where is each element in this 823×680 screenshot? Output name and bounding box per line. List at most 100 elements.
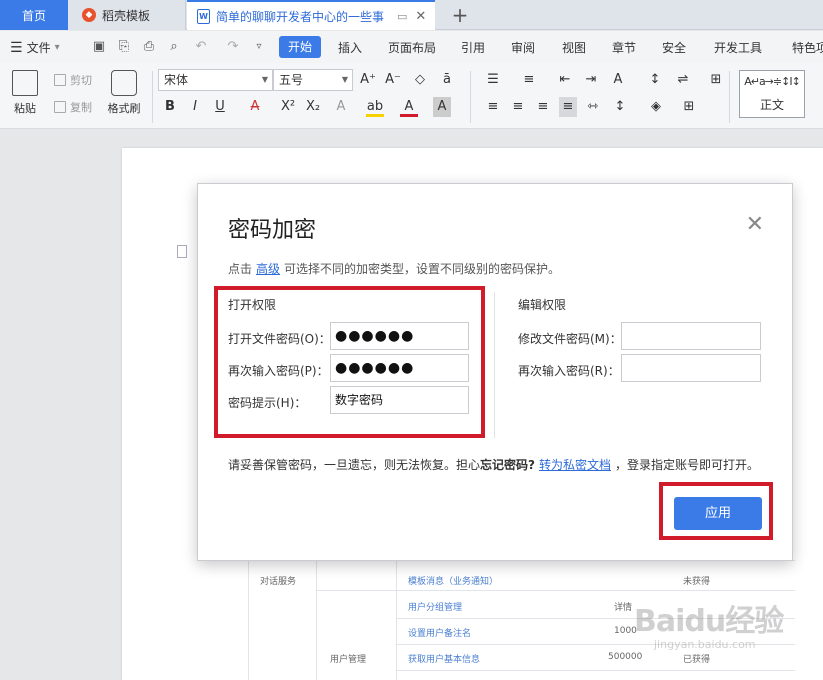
- edit-reenter-label: 再次输入密码(R)：: [518, 364, 620, 378]
- text-effect-icon[interactable]: A: [332, 97, 350, 117]
- chevron-down-icon: ▼: [261, 75, 268, 84]
- customize-dropdown-icon[interactable]: ▿: [250, 38, 268, 56]
- edit-password-field[interactable]: [621, 322, 761, 350]
- menu-view[interactable]: 视图: [562, 39, 586, 56]
- table-line: [396, 560, 397, 680]
- word-doc-icon: W: [197, 8, 210, 24]
- sort-icon[interactable]: ↕: [646, 70, 664, 90]
- dialog-description: 点击 高级 可选择不同的加密类型，设置不同级别的密码保护。: [228, 260, 560, 277]
- char-shading-icon[interactable]: A: [433, 97, 451, 117]
- menu-reference[interactable]: 引用: [461, 39, 485, 56]
- style-normal[interactable]: A↵a→≑↕I↕ 正文: [739, 70, 805, 118]
- warn-prefix: 请妥善保管密码，一旦遗忘，则无法恢复。担心: [228, 458, 481, 472]
- tab-document[interactable]: W 简单的聊聊开发者中心的一些事 ▭ ✕: [187, 0, 435, 30]
- ribbon: 粘贴 剪切 复制 格式刷 宋体 ▼ 五号 ▼ A⁺ A⁻ ◇ ā B I U A…: [0, 63, 823, 129]
- doc-outline-icon: [177, 245, 187, 258]
- docer-logo-icon: ◆: [82, 8, 96, 22]
- tab-template-label: 稻壳模板: [102, 8, 151, 23]
- edit-password-label: 修改文件密码(M)：: [518, 332, 622, 346]
- menu-section[interactable]: 章节: [612, 39, 636, 56]
- save-icon[interactable]: ▣: [90, 38, 108, 56]
- font-name-select[interactable]: 宋体 ▼: [158, 69, 273, 91]
- menu-bar: ☰ 文件 ▾ ▣ ⎘ ⎙ ⌕ ↶ ↷ ▿ 开始 插入 页面布局 引用 审阅 视图…: [0, 31, 823, 63]
- align-left-icon[interactable]: ≡: [484, 97, 502, 117]
- baidu-watermark: Baidu经验 jingyan.baidu.com: [634, 590, 784, 652]
- warn-bold: 忘记密码?: [480, 458, 535, 472]
- divider: [152, 71, 153, 123]
- font-color-icon[interactable]: A: [400, 97, 418, 117]
- bullet-list-icon[interactable]: ☰: [484, 70, 502, 90]
- superscript-icon[interactable]: X²: [279, 97, 297, 117]
- redo-icon[interactable]: ↷: [224, 38, 242, 56]
- align-center-icon[interactable]: ≡: [509, 97, 527, 117]
- subscript-icon[interactable]: X₂: [304, 97, 322, 117]
- table-cell: 用户管理: [330, 655, 367, 665]
- shading-icon[interactable]: ◈: [647, 97, 665, 117]
- new-tab-button[interactable]: +: [448, 0, 472, 30]
- table-border-icon[interactable]: ⊞: [707, 70, 725, 90]
- numbered-list-icon[interactable]: ≡: [520, 70, 538, 90]
- menu-insert[interactable]: 插入: [338, 39, 362, 56]
- format-painter-label: 格式刷: [107, 102, 141, 115]
- output-icon[interactable]: ⎘: [115, 38, 133, 56]
- phonetic-guide-icon[interactable]: ā: [438, 70, 456, 90]
- tab-template[interactable]: ◆ 稻壳模板: [68, 0, 186, 30]
- table-cell: 未获得: [683, 577, 711, 587]
- grow-font-icon[interactable]: A⁺: [359, 70, 377, 90]
- justify-icon[interactable]: ≡: [559, 97, 577, 117]
- file-menu-label: 文件: [26, 41, 51, 55]
- menu-features[interactable]: 特色项: [792, 39, 823, 56]
- table-cell: 获取用户基本信息: [408, 655, 481, 665]
- desc-prefix: 点击: [228, 262, 253, 276]
- increase-indent-icon[interactable]: ⇥: [582, 70, 600, 90]
- table-line: [396, 670, 795, 671]
- line-spacing-icon[interactable]: ↕: [611, 97, 629, 117]
- font-size-select[interactable]: 五号 ▼: [273, 69, 353, 91]
- file-menu[interactable]: ☰ 文件 ▾: [10, 39, 60, 56]
- menu-security[interactable]: 安全: [662, 39, 686, 56]
- edit-reenter-field[interactable]: [621, 354, 761, 382]
- align-right-icon[interactable]: ≡: [534, 97, 552, 117]
- warning-text: 请妥善保管密码，一旦遗忘，则无法恢复。担心忘记密码? 转为私密文档 ，登录指定账号即…: [228, 456, 759, 473]
- borders-icon[interactable]: ⊞: [680, 97, 698, 117]
- close-tab-icon[interactable]: ✕: [415, 9, 426, 24]
- copy-button[interactable]: 复制: [54, 99, 92, 115]
- distribute-icon[interactable]: ⇿: [584, 97, 602, 117]
- window-mode-icon[interactable]: ▭: [397, 10, 407, 23]
- highlight-icon[interactable]: ab: [366, 97, 384, 117]
- menu-page-layout[interactable]: 页面布局: [388, 39, 436, 56]
- dialog-title: 密码加密: [228, 218, 317, 243]
- plus-icon: +: [451, 3, 469, 27]
- shrink-font-icon[interactable]: A⁻: [384, 70, 402, 90]
- print-icon[interactable]: ⎙: [140, 38, 158, 56]
- cut-button[interactable]: 剪切: [54, 72, 92, 88]
- private-doc-link[interactable]: 转为私密文档: [539, 458, 611, 472]
- tab-bar: 首页 ◆ 稻壳模板 W 简单的聊聊开发者中心的一些事 ▭ ✕ +: [0, 0, 823, 30]
- menu-developer[interactable]: 开发工具: [714, 39, 762, 56]
- close-icon[interactable]: ✕: [746, 214, 764, 236]
- menu-start[interactable]: 开始: [279, 36, 321, 58]
- style-normal-label: 正文: [759, 98, 784, 112]
- table-cell: 已获得: [683, 655, 711, 665]
- table-cell: 详情: [614, 603, 633, 613]
- decrease-indent-icon[interactable]: ⇤: [556, 70, 574, 90]
- tab-home[interactable]: 首页: [0, 0, 68, 30]
- format-painter-button[interactable]: 格式刷: [104, 70, 144, 116]
- show-marks-icon[interactable]: ⇌: [674, 70, 692, 90]
- bold-icon[interactable]: B: [161, 97, 179, 117]
- chevron-down-icon: ▼: [341, 75, 348, 84]
- style-preview: A↵a→≑↕I↕: [744, 75, 801, 88]
- text-direction-icon[interactable]: A: [609, 70, 627, 90]
- print-preview-icon[interactable]: ⌕: [165, 38, 183, 56]
- paste-label: 粘贴: [14, 102, 36, 115]
- undo-icon[interactable]: ↶: [192, 38, 210, 56]
- advanced-link[interactable]: 高级: [256, 262, 280, 276]
- strikethrough-icon[interactable]: A: [246, 97, 264, 117]
- clear-format-icon[interactable]: ◇: [411, 70, 429, 90]
- paste-button[interactable]: 粘贴: [8, 70, 42, 116]
- underline-icon[interactable]: U: [211, 97, 229, 117]
- menu-review[interactable]: 审阅: [511, 39, 535, 56]
- italic-icon[interactable]: I: [186, 97, 204, 117]
- watermark-main: Baidu经验: [634, 604, 784, 639]
- tab-home-label: 首页: [21, 8, 46, 23]
